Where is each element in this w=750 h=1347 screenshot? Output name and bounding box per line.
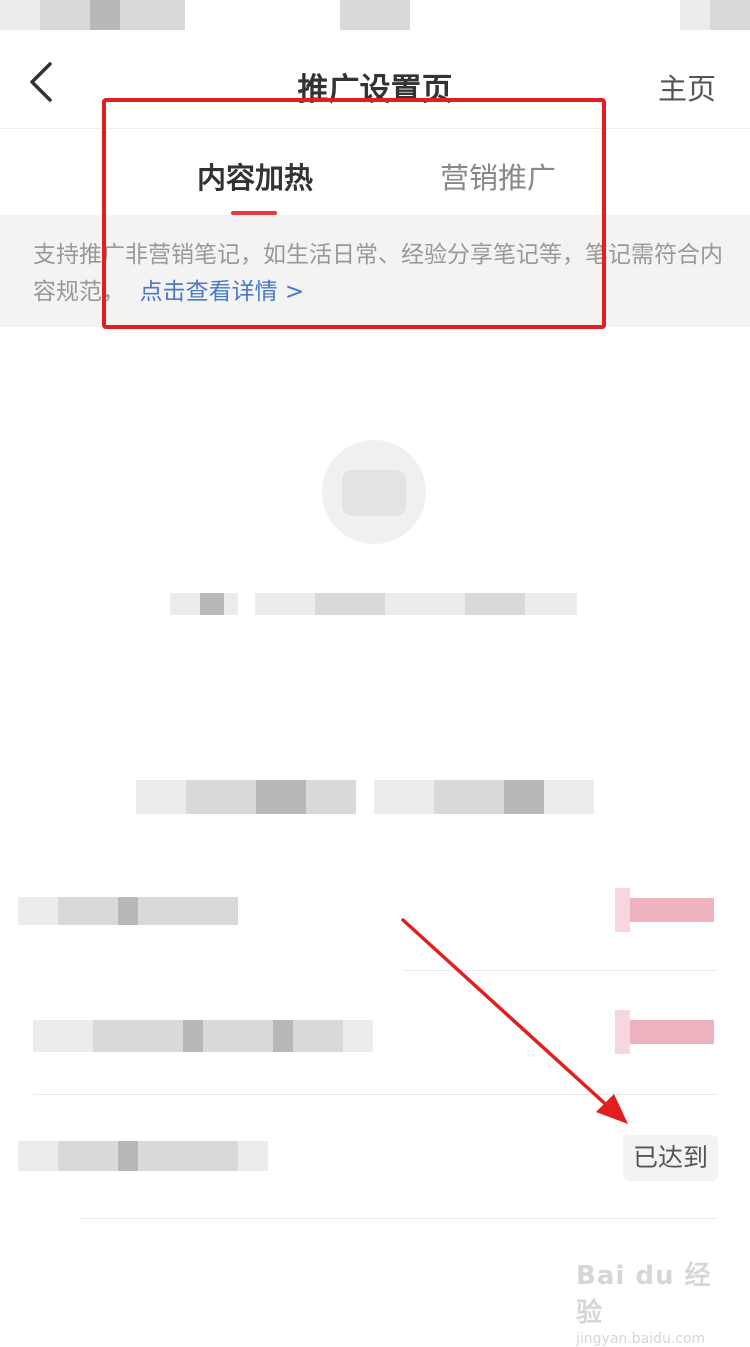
tab-marketing-promotion[interactable]: 营销推广 bbox=[440, 155, 556, 197]
watermark-logo: Bai du 经验 jingyan.baidu.com bbox=[576, 1255, 726, 1347]
view-details-link[interactable]: 点击查看详情 > bbox=[140, 279, 305, 305]
notice-text: 支持推广非营销笔记，如生活日常、经验分享笔记等，笔记需符合内容规范， bbox=[33, 242, 723, 305]
row-divider bbox=[402, 970, 718, 971]
tab-content-boost[interactable]: 内容加热 bbox=[197, 155, 313, 197]
page-title: 推广设置页 bbox=[297, 72, 453, 108]
blurred-icon-inner bbox=[342, 470, 406, 516]
home-link[interactable]: 主页 bbox=[658, 66, 716, 108]
status-bar bbox=[0, 0, 750, 36]
nav-bar: 推广设置页 主页 bbox=[0, 36, 750, 129]
watermark-url: jingyan.baidu.com bbox=[576, 1331, 706, 1347]
row-divider bbox=[80, 1218, 718, 1219]
row-divider bbox=[33, 1094, 718, 1095]
notice-banner: 支持推广非营销笔记，如生活日常、经验分享笔记等，笔记需符合内容规范， 点击查看详… bbox=[0, 215, 750, 327]
watermark-top-text: Bai du 经验 bbox=[576, 1261, 712, 1328]
status-badge: 已达到 bbox=[623, 1135, 718, 1181]
tab-bar: 内容加热 营销推广 bbox=[0, 129, 750, 215]
notice-text-block: 支持推广非营销笔记，如生活日常、经验分享笔记等，笔记需符合内容规范， 点击查看详… bbox=[33, 237, 723, 311]
